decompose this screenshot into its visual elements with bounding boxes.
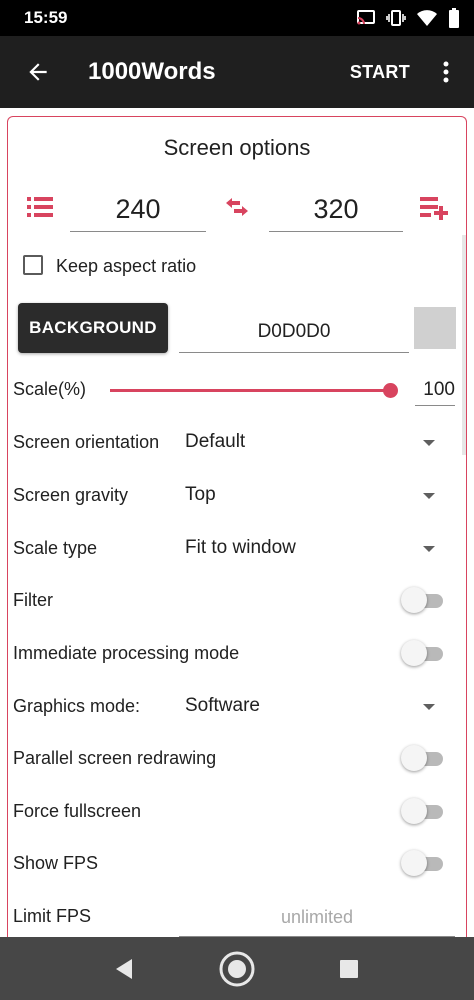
screen-orientation-label: Screen orientation	[13, 432, 160, 452]
wifi-icon	[416, 9, 438, 27]
status-icons	[356, 8, 460, 28]
screen-gravity-label: Screen gravity	[13, 485, 129, 505]
parallel-redrawing-label: Parallel screen redrawing	[13, 748, 217, 768]
app-bar: 1000Words START	[0, 36, 474, 108]
limit-fps-label: Limit FPS	[13, 906, 92, 926]
screen-options-panel: Screen options 240 320 Keep aspect ratio…	[7, 116, 467, 946]
scale-type-label: Scale type	[13, 538, 98, 558]
recents-square-icon	[340, 959, 358, 978]
back-triangle-icon	[116, 958, 132, 979]
chevron-down-icon[interactable]	[423, 493, 435, 499]
force-fullscreen-switch[interactable]	[401, 798, 447, 826]
nav-back-button[interactable]	[94, 937, 154, 1000]
background-color-field[interactable]: D0D0D0	[179, 312, 409, 353]
graphics-mode-label: Graphics mode:	[13, 696, 141, 716]
overflow-menu-button[interactable]	[434, 52, 458, 92]
filter-switch[interactable]	[401, 587, 447, 615]
arrow-left-icon	[29, 63, 47, 81]
screen-orientation-select[interactable]: Default	[185, 431, 245, 453]
filter-label: Filter	[13, 590, 53, 610]
screen-gravity-select[interactable]: Top	[185, 484, 216, 506]
scale-slider-track[interactable]	[110, 389, 390, 392]
height-field[interactable]: 320	[269, 187, 403, 232]
parallel-redrawing-switch[interactable]	[401, 745, 447, 773]
start-button[interactable]: START	[350, 62, 410, 83]
chevron-down-icon[interactable]	[423, 546, 435, 552]
list-icon[interactable]	[27, 195, 53, 224]
playlist-add-icon[interactable]	[420, 195, 450, 226]
home-circle-icon	[219, 951, 255, 986]
chevron-down-icon[interactable]	[423, 704, 435, 710]
immediate-processing-label: Immediate processing mode	[13, 643, 240, 663]
limit-fps-input[interactable]: unlimited	[179, 902, 455, 937]
graphics-mode-select[interactable]: Software	[185, 695, 260, 717]
width-field[interactable]: 240	[70, 187, 206, 232]
scale-slider-thumb[interactable]	[383, 383, 398, 398]
more-vert-icon	[443, 61, 449, 83]
scale-value-field[interactable]: 100	[415, 375, 455, 406]
battery-icon	[448, 8, 460, 28]
nav-recents-button[interactable]	[319, 937, 379, 1000]
status-bar: 15:59	[0, 0, 474, 36]
vibrate-icon	[386, 9, 406, 27]
scale-label: Scale(%)	[13, 379, 87, 399]
swap-icon[interactable]	[224, 197, 250, 222]
keep-aspect-label: Keep aspect ratio	[56, 256, 197, 276]
keep-aspect-checkbox[interactable]	[23, 255, 43, 275]
nav-home-button[interactable]	[207, 937, 267, 1000]
scale-type-select[interactable]: Fit to window	[185, 537, 296, 559]
chevron-down-icon[interactable]	[423, 440, 435, 446]
panel-title: Screen options	[163, 135, 311, 160]
status-time: 15:59	[24, 8, 68, 27]
system-nav-bar	[0, 937, 474, 1000]
immediate-processing-switch[interactable]	[401, 640, 447, 668]
show-fps-label: Show FPS	[13, 853, 99, 873]
background-button[interactable]: BACKGROUND	[18, 303, 168, 353]
app-title: 1000Words	[88, 58, 216, 85]
scrollbar-thumb[interactable]	[462, 235, 466, 455]
back-button[interactable]	[8, 42, 68, 102]
force-fullscreen-label: Force fullscreen	[13, 801, 142, 821]
cast-icon	[356, 9, 376, 27]
show-fps-switch[interactable]	[401, 850, 447, 878]
background-color-swatch[interactable]	[414, 307, 456, 349]
